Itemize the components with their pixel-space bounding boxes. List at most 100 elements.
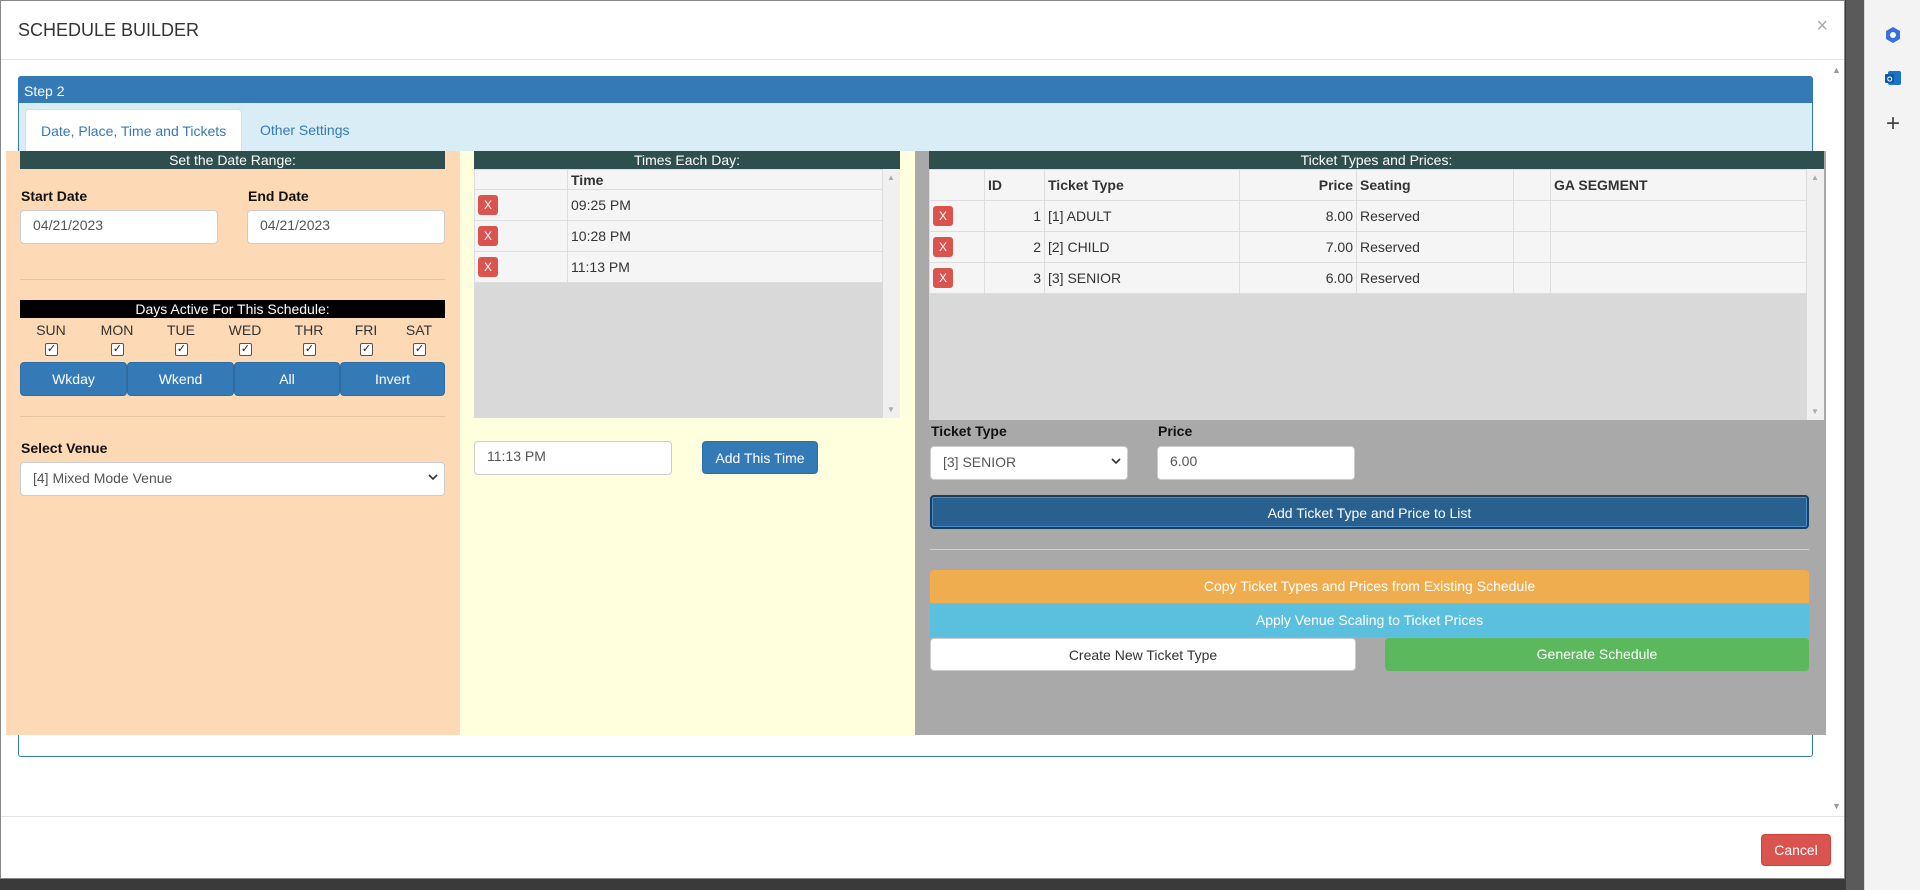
ga-segment-cell xyxy=(1550,231,1807,263)
id-column-header: ID xyxy=(984,169,1045,201)
ticket-id-cell: 2 xyxy=(984,231,1045,263)
browser-side-rail: O + xyxy=(1864,0,1920,890)
modal-title: SCHEDULE BUILDER xyxy=(18,20,200,40)
ticket-type-column-header: Ticket Type xyxy=(1044,169,1240,201)
time-column-header: Time xyxy=(567,169,883,190)
all-days-button[interactable]: All xyxy=(234,362,340,396)
scroll-up-icon[interactable]: ▲ xyxy=(887,173,895,182)
time-cell: 09:25 PM xyxy=(567,189,883,221)
close-icon[interactable]: × xyxy=(1816,15,1828,38)
day-label-mon: MON xyxy=(100,322,134,338)
chevron-down-icon xyxy=(1111,455,1121,469)
tickets-remove-column xyxy=(929,169,985,201)
ticket-type-select[interactable]: [3] SENIOR xyxy=(930,446,1128,480)
schedule-builder-modal: SCHEDULE BUILDER × ▲ ▼ Step 2 Date, Plac… xyxy=(0,0,1845,879)
scroll-up-icon[interactable]: ▲ xyxy=(1811,173,1819,182)
tabs-bar: Date, Place, Time and Tickets Other Sett… xyxy=(19,103,1812,153)
remove-time-button[interactable]: X xyxy=(478,257,498,277)
ticket-type-select-value: [3] SENIOR xyxy=(943,454,1017,470)
day-label-wed: WED xyxy=(228,322,262,338)
modal-footer: Cancel xyxy=(1,816,1844,880)
ga-segment-column-header: GA SEGMENT xyxy=(1550,169,1807,201)
panel-heading: Step 2 xyxy=(19,77,1812,103)
table-row: X 1 [1] ADULT 8.00 Reserved xyxy=(929,200,1807,232)
generate-schedule-button[interactable]: Generate Schedule xyxy=(1385,638,1809,671)
table-row: X 3 [3] SENIOR 6.00 Reserved xyxy=(929,262,1807,294)
ticket-price-cell: 7.00 xyxy=(1239,231,1357,263)
scroll-down-icon[interactable]: ▼ xyxy=(1832,801,1841,811)
end-date-input[interactable]: 04/21/2023 xyxy=(247,210,445,244)
tickets-grid-scrollbar[interactable]: ▲ ▼ xyxy=(1807,169,1824,420)
chevron-down-icon xyxy=(428,471,438,485)
ticket-type-cell: [2] CHILD xyxy=(1044,231,1240,263)
price-input[interactable]: 6.00 xyxy=(1157,446,1355,480)
time-input[interactable]: 11:13 PM xyxy=(474,441,672,475)
divider xyxy=(930,549,1809,550)
modal-header: SCHEDULE BUILDER × xyxy=(1,1,1844,60)
hexagon-icon[interactable] xyxy=(1881,23,1905,47)
ticket-price-cell: 8.00 xyxy=(1239,200,1357,232)
day-checkbox-mon[interactable]: ✓ xyxy=(111,343,124,356)
add-time-button[interactable]: Add This Time xyxy=(702,441,818,474)
date-venue-column: Set the Date Range: Start Date 04/21/202… xyxy=(6,151,460,735)
tickets-table: ID Ticket Type Price Seating GA SEGMENT … xyxy=(929,169,1807,294)
divider xyxy=(20,279,445,280)
times-remove-column xyxy=(474,169,568,190)
ticket-type-cell: [1] ADULT xyxy=(1044,200,1240,232)
ticket-seating-cell: Reserved xyxy=(1356,200,1514,232)
table-row: X 09:25 PM xyxy=(474,189,883,221)
ticket-seating-cell: Reserved xyxy=(1356,262,1514,294)
outlook-icon[interactable]: O xyxy=(1881,66,1905,90)
start-date-input[interactable]: 04/21/2023 xyxy=(20,210,218,244)
scroll-down-icon[interactable]: ▼ xyxy=(887,405,895,414)
day-checkbox-tue[interactable]: ✓ xyxy=(175,343,188,356)
tickets-grid: ID Ticket Type Price Seating GA SEGMENT … xyxy=(929,169,1824,420)
create-ticket-type-button[interactable]: Create New Ticket Type xyxy=(930,638,1356,671)
tickets-column: Ticket Types and Prices: ID Ticket Type … xyxy=(915,151,1826,735)
apply-venue-scaling-button[interactable]: Apply Venue Scaling to Ticket Prices xyxy=(930,604,1809,637)
tab-other-settings[interactable]: Other Settings xyxy=(245,109,365,153)
scroll-up-icon[interactable]: ▲ xyxy=(1832,65,1841,75)
times-grid: Time X 09:25 PM X 10:28 PM X 11:13 PM ▲ … xyxy=(474,169,900,418)
cancel-button[interactable]: Cancel xyxy=(1761,834,1831,866)
blank-column-header xyxy=(1513,169,1551,201)
venue-select-value: [4] Mixed Mode Venue xyxy=(33,470,173,486)
remove-time-button[interactable]: X xyxy=(478,226,498,246)
ticket-type-cell: [3] SENIOR xyxy=(1044,262,1240,294)
invert-days-button[interactable]: Invert xyxy=(340,362,445,396)
remove-ticket-button[interactable]: X xyxy=(933,268,953,288)
day-checkbox-sat[interactable]: ✓ xyxy=(413,343,426,356)
remove-time-button[interactable]: X xyxy=(478,195,498,215)
price-label: Price xyxy=(1158,423,1193,439)
end-date-label: End Date xyxy=(248,188,309,204)
times-header: Times Each Day: xyxy=(474,151,900,169)
date-range-header: Set the Date Range: xyxy=(20,151,445,169)
venue-select[interactable]: [4] Mixed Mode Venue xyxy=(20,462,445,496)
day-label-sat: SAT xyxy=(405,322,433,338)
day-checkbox-sun[interactable]: ✓ xyxy=(45,343,58,356)
ga-segment-cell xyxy=(1550,262,1807,294)
copy-ticket-types-button[interactable]: Copy Ticket Types and Prices from Existi… xyxy=(930,570,1809,603)
blank-cell xyxy=(1513,262,1551,294)
day-checkbox-thr[interactable]: ✓ xyxy=(303,343,316,356)
remove-ticket-button[interactable]: X xyxy=(933,206,953,226)
remove-ticket-button[interactable]: X xyxy=(933,237,953,257)
ticket-price-cell: 6.00 xyxy=(1239,262,1357,294)
wkend-button[interactable]: Wkend xyxy=(127,362,234,396)
tab-date-place-time-tickets[interactable]: Date, Place, Time and Tickets xyxy=(25,109,243,153)
divider xyxy=(20,416,445,417)
day-checkbox-fri[interactable]: ✓ xyxy=(360,343,373,356)
price-column-header: Price xyxy=(1239,169,1357,201)
wkday-button[interactable]: Wkday xyxy=(20,362,127,396)
add-ticket-type-button[interactable]: Add Ticket Type and Price to List xyxy=(930,495,1809,529)
start-date-label: Start Date xyxy=(21,188,88,204)
times-grid-scrollbar[interactable]: ▲ ▼ xyxy=(883,169,900,418)
blank-cell xyxy=(1513,231,1551,263)
modal-scrollbar[interactable]: ▲ ▼ xyxy=(1828,61,1844,815)
times-column: Times Each Day: Time X 09:25 PM X 10:28 … xyxy=(460,151,915,735)
day-label-thr: THR xyxy=(294,322,324,338)
scroll-down-icon[interactable]: ▼ xyxy=(1811,407,1819,416)
day-checkbox-wed[interactable]: ✓ xyxy=(239,343,252,356)
plus-icon[interactable]: + xyxy=(1881,112,1905,136)
ticket-id-cell: 1 xyxy=(984,200,1045,232)
